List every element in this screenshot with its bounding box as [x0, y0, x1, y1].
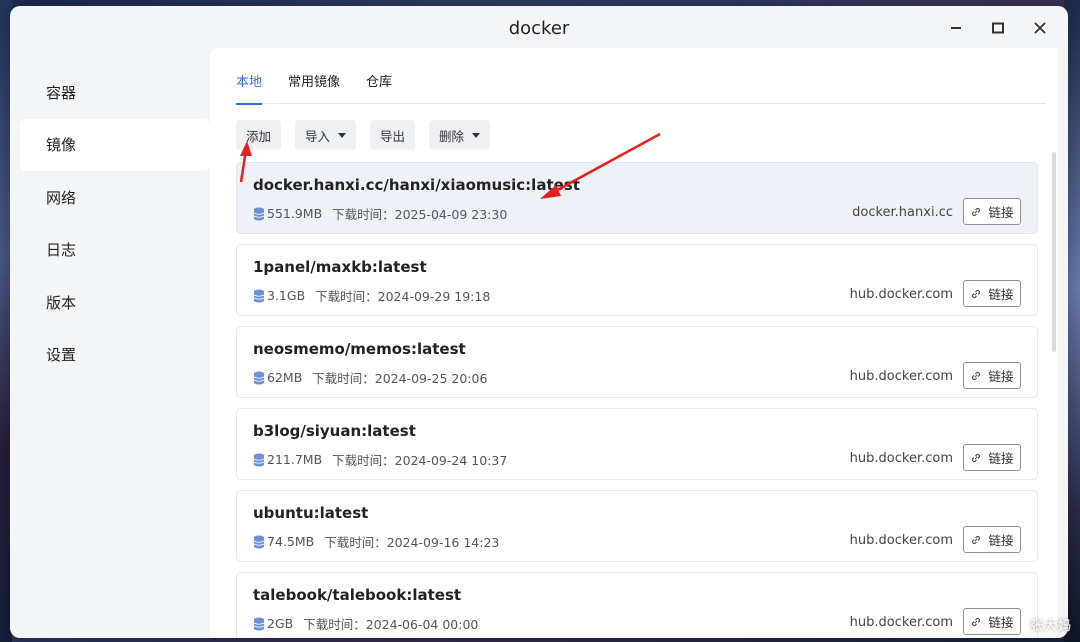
image-name: b3log/siyuan:latest [253, 422, 416, 440]
image-row[interactable]: 1panel/maxkb:latest 3.1GB 下载时间：2024-09-2… [236, 244, 1038, 316]
database-icon [253, 371, 265, 384]
image-download-time: 下载时间：2024-06-04 00:00 [303, 617, 479, 632]
add-button-label: 添加 [246, 128, 272, 144]
image-source: docker.hanxi.cc [852, 205, 953, 220]
link-button-label: 链接 [988, 451, 1014, 466]
export-button[interactable]: 导出 [370, 120, 416, 150]
image-row[interactable]: ubuntu:latest 74.5MB 下载时间：2024-09-16 14:… [236, 490, 1038, 562]
image-row[interactable]: b3log/siyuan:latest 211.7MB 下载时间：2024-09… [236, 408, 1038, 480]
link-button[interactable]: 链接 [963, 444, 1021, 471]
sidebar-item-network[interactable]: 网络 [20, 171, 210, 223]
image-name: ubuntu:latest [253, 504, 369, 522]
sidebar-item-settings[interactable]: 设置 [20, 329, 210, 381]
image-list: docker.hanxi.cc/hanxi/xiaomusic:latest 5… [236, 162, 1038, 638]
delete-button-label: 删除 [439, 128, 465, 144]
image-source: hub.docker.com [849, 287, 953, 302]
link-button[interactable]: 链接 [963, 280, 1021, 307]
database-icon [253, 289, 265, 302]
database-icon [253, 453, 265, 466]
link-icon [972, 535, 981, 544]
link-button[interactable]: 链接 [963, 608, 1021, 635]
image-meta: 2GB 下载时间：2024-06-04 00:00 [253, 614, 478, 633]
image-size: 211.7MB [267, 452, 323, 467]
delete-dropdown-button[interactable]: 删除 [429, 120, 491, 150]
image-meta: 3.1GB 下载时间：2024-09-29 19:18 [253, 286, 490, 305]
sidebar-item-images[interactable]: 镜像 [20, 118, 210, 171]
image-size: 74.5MB [267, 534, 315, 549]
caret-down-icon [338, 132, 347, 138]
tab-common-images[interactable]: 常用镜像 [288, 64, 340, 104]
image-size: 3.1GB [267, 288, 306, 303]
image-source: hub.docker.com [849, 615, 953, 630]
maximize-button[interactable] [980, 14, 1016, 42]
image-meta: 211.7MB 下载时间：2024-09-24 10:37 [253, 450, 507, 469]
maximize-icon [992, 22, 1004, 34]
import-button-label: 导入 [305, 128, 331, 144]
export-button-label: 导出 [380, 128, 406, 144]
link-button[interactable]: 链接 [963, 526, 1021, 553]
import-dropdown-button[interactable]: 导入 [295, 120, 357, 150]
close-icon [1034, 22, 1046, 34]
window-controls [938, 14, 1058, 42]
image-download-time: 下载时间：2024-09-16 14:23 [324, 535, 500, 550]
image-source: hub.docker.com [849, 369, 953, 384]
main-panel: 本地 常用镜像 仓库 添加 导入 导出 删除 docker.hanxi.cc/h… [210, 48, 1058, 638]
sidebar-item-containers[interactable]: 容器 [20, 66, 210, 118]
image-source: hub.docker.com [849, 533, 953, 548]
title-bar: docker [10, 6, 1068, 48]
link-button-label: 链接 [988, 533, 1014, 548]
image-meta: 74.5MB 下载时间：2024-09-16 14:23 [253, 532, 499, 551]
link-icon [972, 371, 981, 380]
image-size: 62MB [267, 370, 303, 385]
database-icon [253, 617, 265, 630]
tab-bar: 本地 常用镜像 仓库 [236, 64, 1046, 105]
image-size: 551.9MB [267, 206, 323, 221]
link-icon [972, 453, 981, 462]
link-button-label: 链接 [988, 205, 1014, 220]
link-button-label: 链接 [988, 287, 1014, 302]
database-icon [253, 535, 265, 548]
link-icon [972, 207, 981, 216]
sidebar-item-logs[interactable]: 日志 [20, 224, 210, 276]
image-download-time: 下载时间：2024-09-29 19:18 [315, 289, 491, 304]
tab-local[interactable]: 本地 [236, 64, 263, 105]
minimize-button[interactable] [938, 14, 974, 42]
image-name: neosmemo/memos:latest [253, 340, 466, 358]
watermark: 张大妈 [1029, 619, 1072, 634]
image-size: 2GB [267, 616, 294, 631]
image-row[interactable]: docker.hanxi.cc/hanxi/xiaomusic:latest 5… [236, 162, 1038, 234]
link-icon [972, 617, 981, 626]
link-button[interactable]: 链接 [963, 198, 1021, 225]
minimize-icon [951, 27, 961, 29]
image-meta: 62MB 下载时间：2024-09-25 20:06 [253, 368, 487, 387]
close-button[interactable] [1022, 14, 1058, 42]
image-name: talebook/talebook:latest [253, 586, 462, 604]
sidebar-item-version[interactable]: 版本 [20, 276, 210, 328]
database-icon [253, 207, 265, 220]
image-row[interactable]: talebook/talebook:latest 2GB 下载时间：2024-0… [236, 572, 1038, 638]
image-name: 1panel/maxkb:latest [253, 258, 427, 276]
link-button-label: 链接 [988, 615, 1014, 630]
tab-registry[interactable]: 仓库 [366, 64, 392, 104]
add-button[interactable]: 添加 [236, 120, 282, 150]
image-row[interactable]: neosmemo/memos:latest 62MB 下载时间：2024-09-… [236, 326, 1038, 398]
image-download-time: 下载时间：2024-09-24 10:37 [332, 453, 508, 468]
link-icon [972, 289, 981, 298]
link-button-label: 链接 [988, 369, 1014, 384]
window-title: docker [508, 17, 570, 39]
image-source: hub.docker.com [849, 451, 953, 466]
docker-window: docker 容器 镜像 网络 日志 版本 设置 本地 常用镜像 仓库 添加 导… [10, 6, 1068, 638]
sidebar: 容器 镜像 网络 日志 版本 设置 [20, 66, 210, 381]
image-name: docker.hanxi.cc/hanxi/xiaomusic:latest [253, 176, 580, 194]
link-button[interactable]: 链接 [963, 362, 1021, 389]
image-download-time: 下载时间：2024-09-25 20:06 [312, 371, 488, 386]
image-download-time: 下载时间：2025-04-09 23:30 [332, 207, 508, 222]
toolbar: 添加 导入 导出 删除 [236, 120, 491, 150]
caret-down-icon [472, 132, 481, 138]
image-meta: 551.9MB 下载时间：2025-04-09 23:30 [253, 204, 507, 223]
scrollbar[interactable] [1052, 152, 1056, 352]
